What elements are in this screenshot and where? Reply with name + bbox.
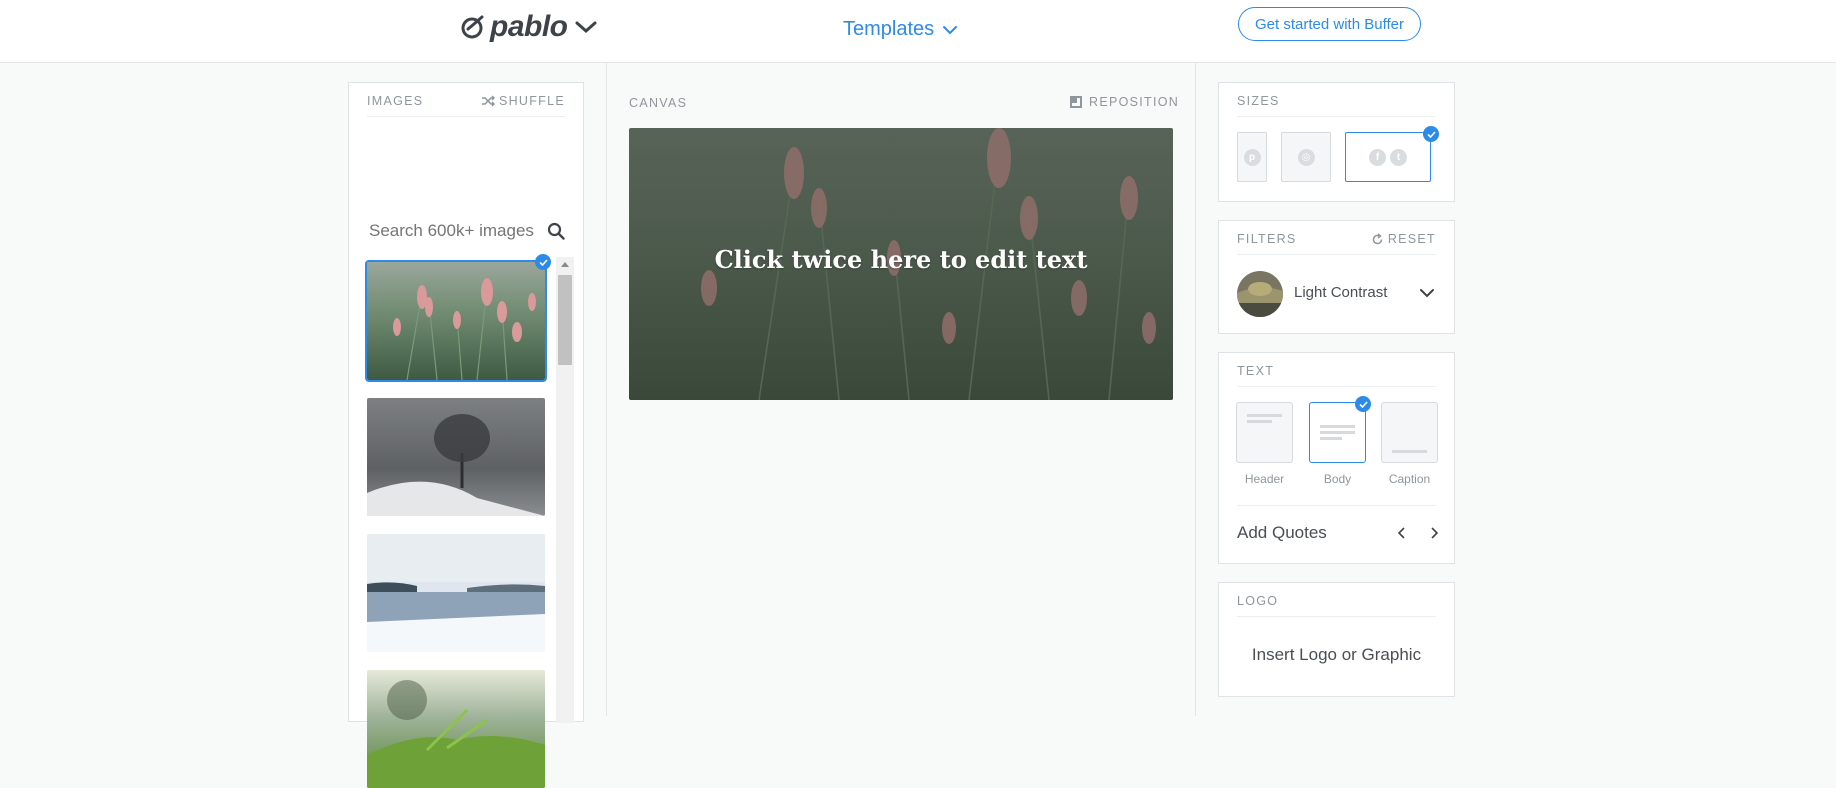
shuffle-icon [481, 95, 495, 107]
size-pinterest-button[interactable]: p [1237, 132, 1267, 182]
snowy-tree-image [367, 398, 545, 516]
image-thumbnail[interactable] [367, 670, 545, 788]
sizes-panel: SIZES p ◎ f t [1218, 82, 1455, 202]
search-input[interactable] [369, 221, 539, 241]
sizes-title: SIZES [1237, 94, 1280, 108]
search-icon[interactable] [547, 222, 565, 240]
text-style-header-button[interactable] [1236, 402, 1293, 463]
text-style-body-label: Body [1323, 472, 1352, 486]
images-scrollbar[interactable] [556, 257, 574, 723]
text-panel: TEXT Header Body Caption Add Quotes [1218, 352, 1455, 564]
top-bar: pablo Templates Get started with Buffer [0, 0, 1836, 63]
templates-menu[interactable]: Templates [843, 18, 958, 41]
text-panel-header: TEXT [1237, 364, 1436, 387]
image-thumbnail[interactable] [367, 398, 545, 516]
templates-label: Templates [843, 18, 935, 40]
chevron-left-icon[interactable] [1395, 525, 1409, 541]
pinterest-icon: p [1243, 148, 1261, 166]
logo-panel: LOGO Insert Logo or Graphic [1218, 582, 1455, 697]
reposition-icon [1070, 96, 1082, 108]
reposition-button[interactable]: REPOSITION [1070, 95, 1179, 109]
filters-title: FILTERS [1237, 232, 1297, 246]
filters-panel-header: FILTERS RESET [1237, 232, 1436, 255]
text-style-header-label: Header [1244, 472, 1285, 486]
divider [1237, 505, 1436, 506]
size-instagram-button[interactable]: ◎ [1281, 132, 1331, 182]
reset-label: RESET [1387, 232, 1436, 246]
scrollbar-thumb[interactable] [558, 275, 572, 365]
green-fern-image [367, 670, 545, 788]
instagram-icon: ◎ [1297, 148, 1315, 166]
chevron-right-icon[interactable] [1427, 525, 1441, 541]
filter-preview[interactable] [1237, 271, 1283, 317]
image-search [369, 218, 565, 244]
design-canvas[interactable]: Click twice here to edit text [629, 128, 1173, 400]
reset-filter-button[interactable]: RESET [1371, 232, 1436, 246]
insert-logo-button[interactable]: Insert Logo or Graphic [1219, 645, 1454, 665]
column-divider [606, 63, 607, 716]
logo-title: LOGO [1237, 594, 1279, 608]
canvas-title: CANVAS [629, 96, 688, 110]
reset-icon [1372, 232, 1383, 244]
selected-check-icon [1423, 126, 1439, 142]
chevron-down-icon[interactable] [1419, 287, 1435, 299]
canvas-editable-text[interactable]: Click twice here to edit text [629, 128, 1173, 400]
images-panel: IMAGES SHUFFLE [348, 82, 584, 788]
column-divider [1195, 63, 1196, 716]
pablo-mark-icon [461, 15, 484, 39]
shuffle-button[interactable]: SHUFFLE [481, 94, 565, 108]
size-facebook-twitter-button[interactable]: f t [1345, 132, 1431, 182]
winter-lake-image [367, 534, 545, 652]
logo-panel-header: LOGO [1237, 594, 1436, 617]
selected-check-icon [535, 254, 551, 270]
reposition-label: REPOSITION [1089, 95, 1180, 109]
image-thumbnail[interactable] [365, 260, 547, 382]
grass-image [367, 262, 545, 380]
images-title: IMAGES [367, 94, 424, 108]
image-thumbnail[interactable] [367, 534, 545, 652]
selected-check-icon [1355, 396, 1371, 412]
pablo-logo[interactable]: pablo [460, 10, 598, 44]
text-style-body-button[interactable] [1309, 402, 1366, 463]
twitter-icon: t [1390, 148, 1407, 166]
text-title: TEXT [1237, 364, 1275, 378]
facebook-icon: f [1369, 148, 1386, 166]
get-started-button[interactable]: Get started with Buffer [1238, 7, 1421, 41]
sizes-panel-header: SIZES [1237, 94, 1436, 117]
text-style-caption-button[interactable] [1381, 402, 1438, 463]
chevron-down-icon [943, 25, 958, 34]
shuffle-label: SHUFFLE [498, 94, 565, 108]
filters-panel: FILTERS RESET Light Contrast [1218, 220, 1455, 334]
chevron-down-icon [575, 21, 596, 34]
logo-text: pablo [490, 10, 568, 43]
filter-select[interactable]: Light Contrast [1294, 284, 1387, 301]
add-quotes-button[interactable]: Add Quotes [1237, 523, 1327, 543]
text-style-caption-label: Caption [1388, 472, 1431, 486]
scroll-up-arrow-icon[interactable] [561, 262, 569, 267]
images-panel-header: IMAGES SHUFFLE [367, 94, 565, 117]
